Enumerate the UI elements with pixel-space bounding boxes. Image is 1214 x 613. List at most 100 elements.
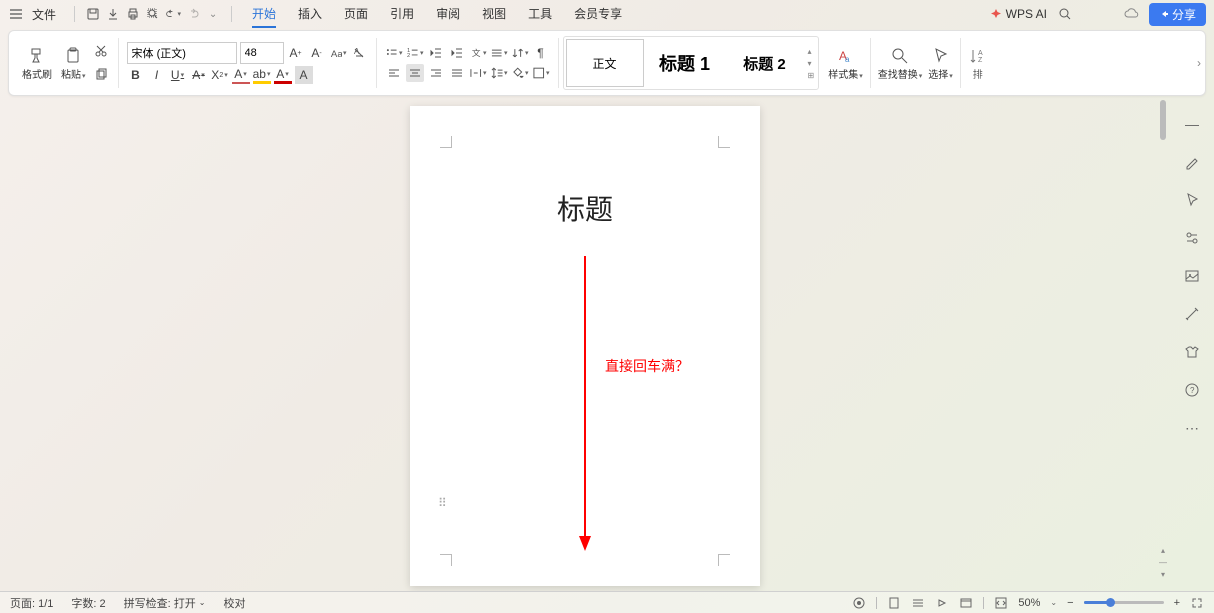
document-title-text[interactable]: 标题 [410,188,760,228]
underline-icon[interactable]: U [169,66,187,84]
share-button[interactable]: 分享 [1149,3,1206,26]
number-list-icon[interactable]: 12 [406,44,424,62]
more-icon[interactable]: ⋯ [1182,418,1202,438]
export-icon[interactable] [105,6,121,22]
cloud-icon[interactable] [1123,6,1139,22]
spellcheck-status[interactable]: 拼写检查: 打开 ⌄ [124,595,206,611]
style-body[interactable]: 正文 [566,39,644,87]
scroll-down-icon[interactable]: ▾ [1158,570,1168,579]
tab-view[interactable]: 视图 [482,1,506,28]
tab-member[interactable]: 会员专享 [574,1,622,28]
shading-icon[interactable] [511,64,529,82]
print-icon[interactable] [125,6,141,22]
show-marks-icon[interactable]: ¶ [532,44,550,62]
strikethrough-icon[interactable]: A [190,66,208,84]
fit-width-icon[interactable] [994,596,1008,610]
page-view-icon[interactable] [887,596,901,610]
cut-icon[interactable] [92,42,110,60]
decrease-indent-icon[interactable] [427,44,445,62]
distribute-icon[interactable] [469,64,487,82]
zoom-slider[interactable] [1084,601,1164,604]
line-spacing-icon[interactable] [490,64,508,82]
change-case-icon[interactable]: Aa [329,44,347,62]
file-menu[interactable]: 文件 [32,6,56,23]
tab-tools[interactable]: 工具 [528,1,552,28]
hamburger-icon[interactable] [8,6,24,22]
clear-format-icon[interactable]: A [350,44,368,62]
more-qat-icon[interactable]: ⌄ [205,6,221,22]
save-icon[interactable] [85,6,101,22]
italic-icon[interactable]: I [148,66,166,84]
page-indicator[interactable]: 页面: 1/1 [10,595,53,611]
web-view-icon[interactable] [959,596,973,610]
decrease-font-icon[interactable]: A- [308,44,326,62]
tab-insert[interactable]: 插入 [298,1,322,28]
settings-icon[interactable] [1182,228,1202,248]
text-direction-icon[interactable]: 文 [469,44,487,62]
font-effect-icon[interactable]: A [232,66,250,84]
increase-font-icon[interactable]: A+ [287,44,305,62]
zoom-out-icon[interactable]: − [1067,597,1073,609]
reading-view-icon[interactable] [935,596,949,610]
zoom-dropdown-icon[interactable]: ⌄ [1050,598,1057,607]
tools-icon[interactable] [1182,304,1202,324]
style-heading2[interactable]: 标题 2 [726,39,804,87]
word-count[interactable]: 字数: 2 [71,595,105,611]
undo-icon[interactable] [165,6,181,22]
drag-handle-icon[interactable]: ⠿ [438,496,445,510]
tab-start[interactable]: 开始 [252,1,276,28]
tab-review[interactable]: 审阅 [436,1,460,28]
document-canvas[interactable]: 标题 ⠿ 直接回车满？ [0,96,1170,591]
font-size-select[interactable] [240,42,284,64]
help-icon[interactable]: ? [1182,380,1202,400]
style-more-icon[interactable]: ⊞ [806,70,817,81]
tab-reference[interactable]: 引用 [390,1,414,28]
zoom-knob[interactable] [1106,598,1115,607]
focus-mode-icon[interactable] [852,596,866,610]
increase-indent-icon[interactable] [448,44,466,62]
align-distribute-icon[interactable] [490,44,508,62]
proofing-status[interactable]: 校对 [223,595,245,611]
sort-icon[interactable] [511,44,529,62]
font-family-select[interactable] [127,42,237,64]
align-justify-icon[interactable] [448,64,466,82]
pen-icon[interactable] [1182,152,1202,172]
font-color-icon[interactable]: A [274,66,292,84]
font-background-icon[interactable]: A [295,66,313,84]
wps-ai-button[interactable]: WPS AI [990,7,1047,21]
cursor-icon[interactable] [1182,190,1202,210]
paste-button[interactable]: 粘贴 [58,44,89,83]
document-page[interactable]: 标题 ⠿ 直接回车满？ [410,106,760,586]
bullet-list-icon[interactable] [385,44,403,62]
zoom-in-icon[interactable]: + [1174,597,1180,609]
border-icon[interactable] [532,64,550,82]
superscript-icon[interactable]: X2 [211,66,229,84]
outline-view-icon[interactable] [911,596,925,610]
tab-page[interactable]: 页面 [344,1,368,28]
align-right-icon[interactable] [427,64,445,82]
minus-icon[interactable]: — [1182,114,1202,134]
format-painter-button[interactable]: 格式刷 [19,44,55,83]
style-up-icon[interactable]: ▴ [806,46,817,57]
style-set-button[interactable]: Aa 样式集 [825,44,866,83]
align-center-icon[interactable] [406,64,424,82]
shirt-icon[interactable] [1182,342,1202,362]
redo-icon[interactable] [185,6,201,22]
align-left-icon[interactable] [385,64,403,82]
image-icon[interactable] [1182,266,1202,286]
copy-icon[interactable] [92,66,110,84]
bold-icon[interactable]: B [127,66,145,84]
scroll-up-icon[interactable]: ▴ [1158,546,1168,555]
find-replace-button[interactable]: 查找替换 [875,44,926,83]
highlight-icon[interactable]: ab [253,66,271,84]
style-down-icon[interactable]: ▾ [806,58,817,69]
zoom-value[interactable]: 50% [1018,597,1040,609]
ribbon-expand-icon[interactable]: › [1197,56,1201,70]
fullscreen-icon[interactable] [1190,596,1204,610]
scrollbar-thumb[interactable] [1160,100,1166,140]
select-button[interactable]: 选择 [925,44,956,83]
vertical-scrollbar[interactable]: ▴ — ▾ [1158,100,1168,587]
print-preview-icon[interactable] [145,6,161,22]
search-icon[interactable] [1057,6,1073,22]
sort-button[interactable]: AZ 排 [965,44,991,83]
